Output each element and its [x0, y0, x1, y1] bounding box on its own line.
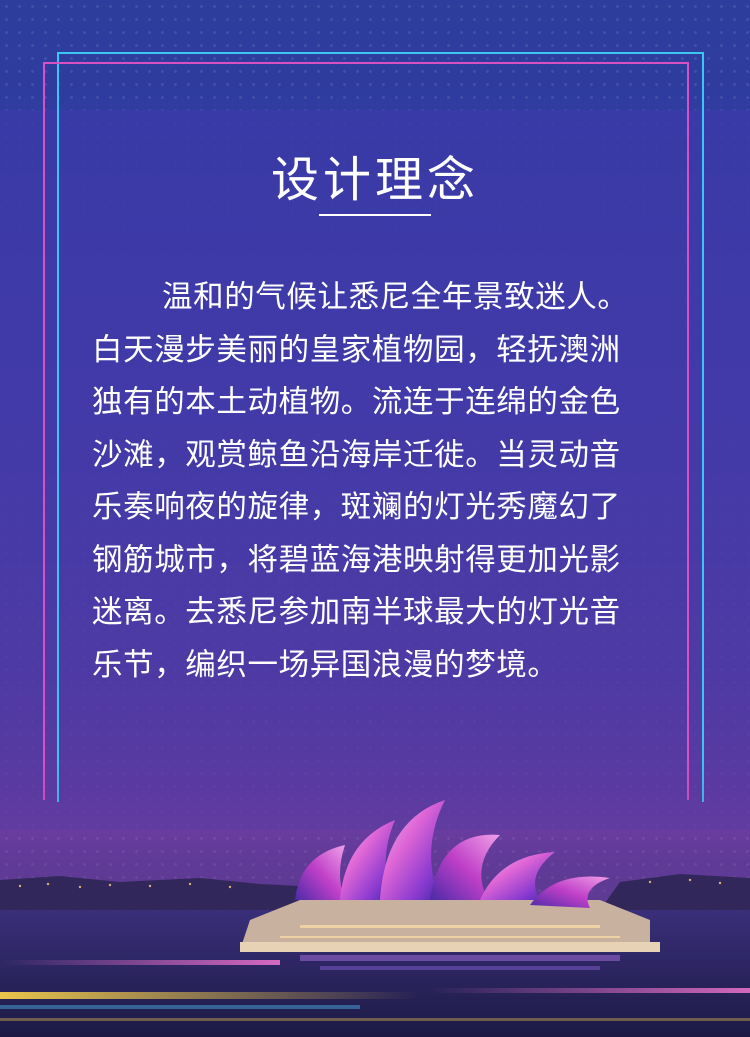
- paragraph-line: 迷离。去悉尼参加南半球最大的灯光音: [92, 595, 621, 630]
- description-paragraph: 温和的气候让悉尼全年景致迷人。 白天漫步美丽的皇家植物园，轻抚澳洲 独有的本土动…: [92, 272, 662, 692]
- paragraph-line: 独有的本土动植物。流连于连绵的金色: [92, 385, 621, 420]
- page-title: 设计理念: [270, 152, 479, 208]
- paragraph-line: 温和的气候让悉尼全年景致迷人。: [162, 280, 629, 315]
- paragraph-line: 沙滩，观赏鲸鱼沿海岸迁徙。当灵动音: [92, 437, 621, 473]
- paragraph-line: 白天漫步美丽的皇家植物园，轻抚澳洲: [92, 332, 621, 368]
- paragraph-line: 钢筋城市，将碧蓝海港映射得更加光影: [92, 542, 621, 578]
- paragraph-line: 乐节，编织一场异国浪漫的梦境。: [92, 647, 559, 683]
- paragraph-line: 乐奏响夜的旋律，斑斓的灯光秀魔幻了: [92, 490, 621, 525]
- sydney-opera-house-illustration: [0, 760, 750, 1037]
- title-underline: [319, 214, 431, 216]
